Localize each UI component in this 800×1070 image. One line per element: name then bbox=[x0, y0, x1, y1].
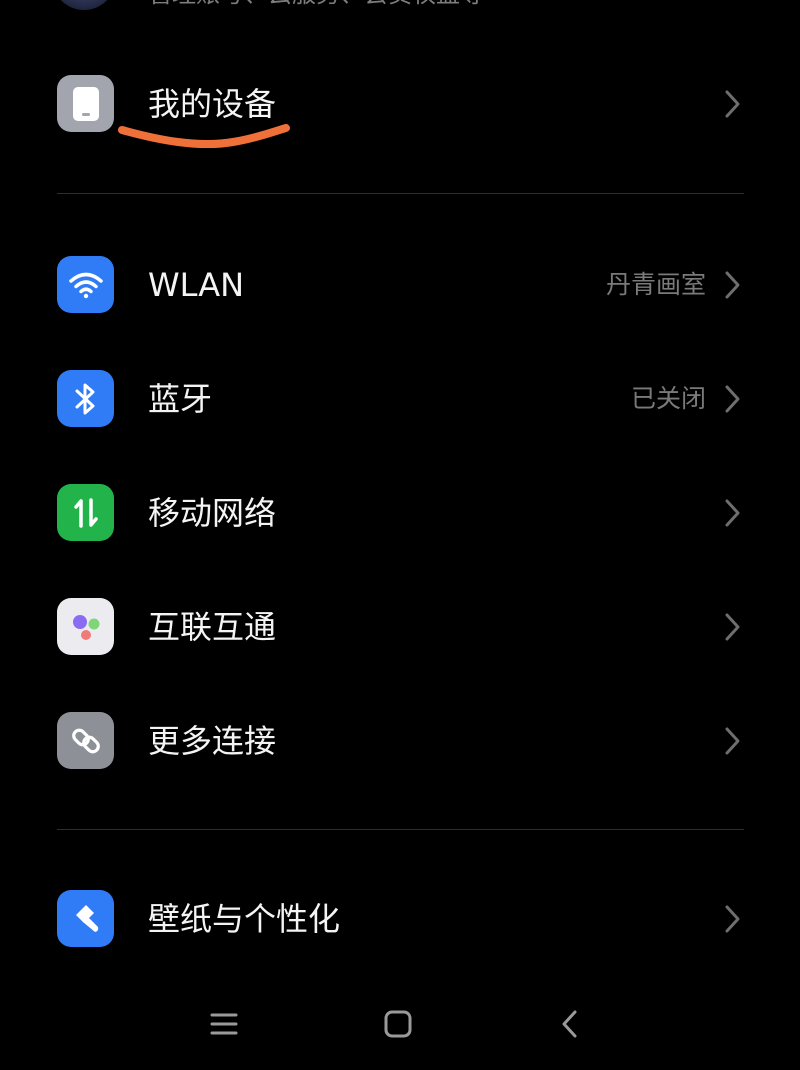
link-icon bbox=[57, 712, 114, 769]
more-connections-row[interactable]: 更多连接 bbox=[0, 690, 800, 790]
divider bbox=[57, 829, 744, 830]
wifi-icon bbox=[57, 256, 114, 313]
brush-icon bbox=[57, 890, 114, 947]
chevron-right-icon bbox=[725, 905, 740, 933]
wlan-value: 丹青画室 bbox=[605, 270, 706, 299]
interconnect-icon bbox=[57, 598, 114, 655]
chevron-right-icon bbox=[725, 271, 740, 299]
chevron-right-icon bbox=[725, 727, 740, 755]
more-connections-label: 更多连接 bbox=[148, 722, 277, 760]
wlan-row[interactable]: WLAN 丹青画室 bbox=[0, 234, 800, 334]
personalization-row[interactable]: 壁纸与个性化 bbox=[0, 868, 800, 968]
wlan-label: WLAN bbox=[148, 266, 245, 304]
recent-apps-button[interactable] bbox=[202, 1002, 246, 1046]
bluetooth-icon bbox=[57, 370, 114, 427]
bluetooth-value: 已关闭 bbox=[630, 384, 706, 413]
navigation-bar bbox=[0, 990, 800, 1060]
chevron-right-icon bbox=[725, 613, 740, 641]
chevron-right-icon bbox=[725, 499, 740, 527]
home-button[interactable] bbox=[376, 1002, 420, 1046]
device-icon bbox=[57, 75, 114, 132]
chevron-right-icon bbox=[725, 385, 740, 413]
mobile-network-row[interactable]: 移动网络 bbox=[0, 462, 800, 562]
mobile-data-icon bbox=[57, 484, 114, 541]
divider bbox=[57, 193, 744, 194]
home-square-icon bbox=[384, 1010, 412, 1038]
interconnect-label: 互联互通 bbox=[148, 608, 277, 646]
avatar bbox=[52, 0, 116, 10]
mobile-network-label: 移动网络 bbox=[148, 494, 277, 532]
annotation-underline bbox=[118, 124, 290, 149]
personalization-label: 壁纸与个性化 bbox=[148, 900, 341, 938]
back-arrow-icon bbox=[562, 1010, 577, 1038]
account-subtitle: 管理账号、云服务、会员权益等 bbox=[148, 0, 484, 8]
back-button[interactable] bbox=[548, 1002, 592, 1046]
bluetooth-label: 蓝牙 bbox=[148, 380, 213, 418]
bluetooth-row[interactable]: 蓝牙 已关闭 bbox=[0, 348, 800, 448]
menu-icon bbox=[210, 1013, 238, 1035]
account-row[interactable]: 管理账号、云服务、会员权益等 bbox=[0, 0, 800, 20]
interconnect-row[interactable]: 互联互通 bbox=[0, 576, 800, 676]
chevron-right-icon bbox=[725, 90, 740, 118]
